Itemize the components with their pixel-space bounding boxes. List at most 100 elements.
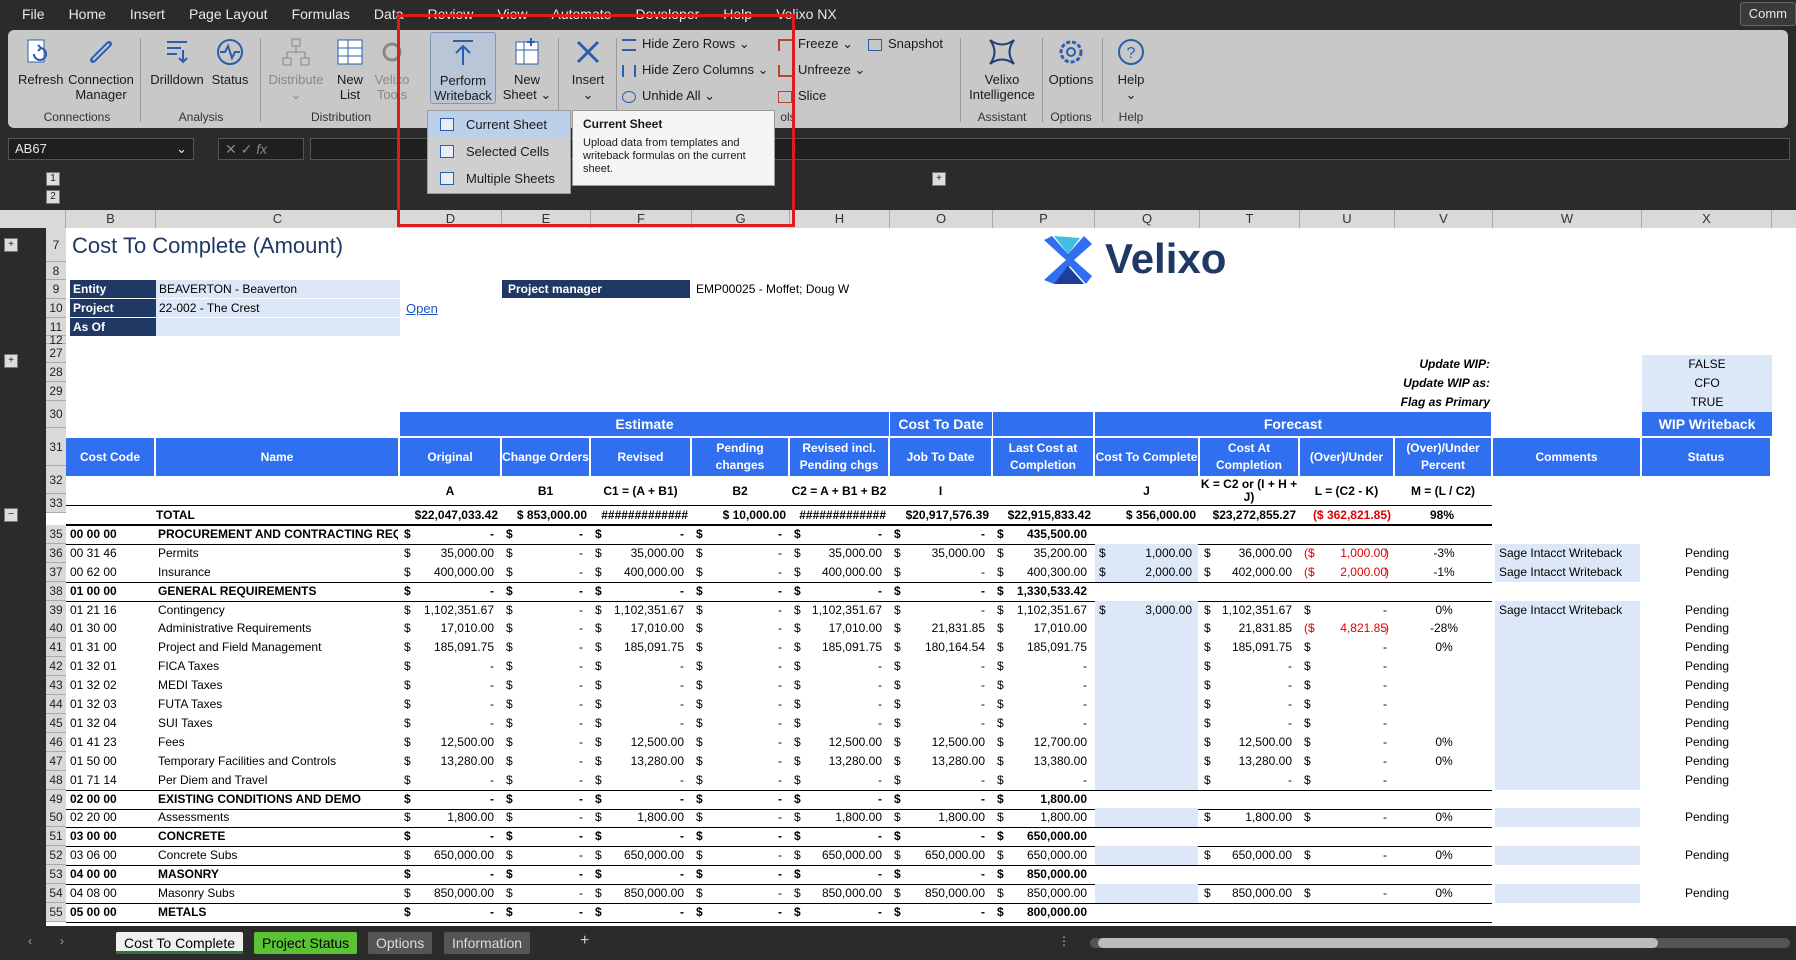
drilldown-button[interactable]: Drilldown [150,36,204,87]
hide-zero-rows-button[interactable]: Hide Zero Rows ⌄ [622,36,750,52]
cost-to-complete-field[interactable]: $2,000.00 [1095,563,1198,582]
row-header[interactable]: 55 [46,903,66,922]
column-header[interactable]: H [790,210,890,228]
column-header[interactable]: Q [1095,210,1200,228]
column-header[interactable]: V [1395,210,1493,228]
cost-to-complete-field[interactable] [1095,752,1198,771]
row-header[interactable]: 27 [46,344,66,363]
name-box[interactable]: AB67 ⌄ [8,138,194,160]
row-header[interactable]: 36 [46,544,66,563]
column-header[interactable]: B [66,210,156,228]
column-header[interactable]: T [1200,210,1300,228]
cost-to-complete-field[interactable] [1095,676,1198,695]
new-list-button[interactable]: New List [330,36,370,102]
row-header[interactable]: 37 [46,563,66,582]
column-header[interactable]: C [156,210,400,228]
menu-item[interactable]: Help [723,6,752,22]
horizontal-scrollbar[interactable] [1090,938,1790,948]
row-header[interactable]: 32 [46,466,66,494]
cost-to-complete-field[interactable] [1095,884,1198,903]
row-header[interactable]: 31 [46,428,66,466]
menu-item[interactable]: File [22,6,45,22]
cost-to-complete-field[interactable] [1095,638,1198,657]
options-button[interactable]: Options [1046,36,1096,87]
velixo-intelligence-button[interactable]: Velixo Intelligence [966,36,1038,102]
row-header[interactable]: 7 [46,228,66,262]
cost-to-complete-field[interactable] [1095,733,1198,752]
comment-field[interactable] [1495,714,1640,733]
column-header[interactable]: G [692,210,790,228]
row-header[interactable]: 49 [46,790,66,809]
dropdown-multiple-sheets[interactable]: Multiple Sheets [428,165,570,192]
fx-controls[interactable]: ✕ ✓ fx [218,138,304,160]
row-header[interactable]: 45 [46,714,66,733]
status-button[interactable]: Status [208,36,252,87]
add-sheet-icon[interactable]: + [580,932,589,950]
cost-to-complete-field[interactable] [1095,808,1198,827]
comment-field[interactable] [1495,771,1640,790]
comment-field[interactable] [1495,884,1640,903]
update-wip-field[interactable]: FALSE [1642,355,1772,374]
comment-field[interactable] [1495,733,1640,752]
snapshot-button[interactable]: Snapshot [868,36,943,51]
tab-options[interactable]: Options [368,932,433,954]
row-header[interactable]: 42 [46,657,66,676]
scrollbar-thumb[interactable] [1098,938,1658,948]
row-header[interactable]: 53 [46,865,66,884]
column-header[interactable]: W [1493,210,1642,228]
column-header[interactable]: F [591,210,692,228]
comment-field[interactable] [1495,619,1640,638]
comment-field[interactable]: Sage Intacct Writeback [1495,601,1640,620]
row-header[interactable]: 41 [46,638,66,657]
cost-to-complete-field[interactable] [1095,695,1198,714]
row-header[interactable]: 33 [46,494,66,513]
insert-button[interactable]: Insert ⌄ [566,36,610,102]
prev-sheet-icon[interactable]: ‹ [28,934,32,948]
row-header[interactable]: 54 [46,884,66,903]
comment-field[interactable]: Sage Intacct Writeback [1495,563,1640,582]
row-header[interactable]: 39 [46,601,66,620]
next-sheet-icon[interactable]: › [60,934,64,948]
distribute-button[interactable]: Distribute ⌄ [266,36,326,102]
column-header[interactable]: E [502,210,591,228]
menu-item[interactable]: Insert [130,6,165,22]
row-header[interactable]: 10 [46,299,66,318]
row-header[interactable]: 43 [46,676,66,695]
column-header[interactable]: X [1642,210,1772,228]
menu-item[interactable]: Velixo NX [776,6,837,22]
column-header[interactable]: D [400,210,502,228]
collapse-rows-button[interactable]: − [4,508,18,522]
comments-button[interactable]: Comm [1739,2,1796,26]
expand-rows-button[interactable]: + [4,354,18,368]
dropdown-selected-cells[interactable]: Selected Cells [428,138,570,165]
comment-field[interactable]: Sage Intacct Writeback [1495,544,1640,563]
cost-to-complete-field[interactable]: $1,000.00 [1095,544,1198,563]
row-header[interactable]: 30 [46,401,66,428]
cost-to-complete-field[interactable] [1095,846,1198,865]
spreadsheet-grid[interactable]: + + − 7 8 9 10 11 12 27 28 29 30 31 32 33 Cost To Com… [0,228,1796,926]
tab-cost-to-complete[interactable]: Cost To Complete [116,932,244,954]
comment-field[interactable] [1495,752,1640,771]
freeze-button[interactable]: Freeze ⌄ [778,36,853,52]
help-button[interactable]: ? Help ⌄ [1106,36,1156,102]
column-header[interactable]: O [890,210,993,228]
velixo-tools-button[interactable]: Velixo Tools [372,36,412,102]
row-header[interactable]: 47 [46,752,66,771]
row-header[interactable]: 50 [46,808,66,827]
dropdown-current-sheet[interactable]: Current Sheet [428,111,570,138]
comment-field[interactable] [1495,695,1640,714]
cost-to-complete-field[interactable] [1095,657,1198,676]
connection-manager-button[interactable]: Connection Manager [66,36,136,102]
row-header[interactable]: 29 [46,382,66,401]
menu-item[interactable]: Formulas [292,6,350,22]
new-sheet-button[interactable]: New Sheet ⌄ [502,36,552,102]
row-header[interactable]: 44 [46,695,66,714]
outline-level-2-button[interactable]: 2 [46,190,60,204]
menu-item[interactable]: Home [69,6,106,22]
row-header[interactable]: 9 [46,280,66,299]
comment-field[interactable] [1495,676,1640,695]
select-all-corner[interactable] [0,210,66,228]
cost-to-complete-field[interactable] [1095,619,1198,638]
expand-column-button[interactable]: + [932,172,946,186]
tab-project-status[interactable]: Project Status [254,932,358,954]
